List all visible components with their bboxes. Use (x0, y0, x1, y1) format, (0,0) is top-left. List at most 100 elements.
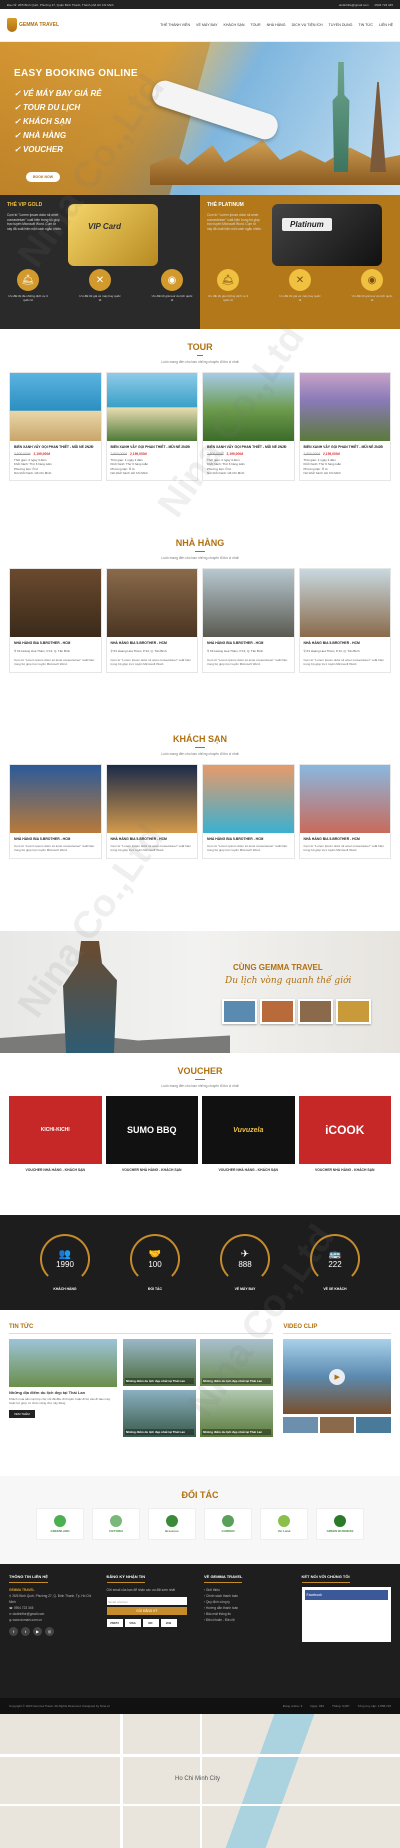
nav-item-hotels[interactable]: KHÁCH SẠN (223, 23, 244, 27)
news-item[interactable]: Những điểm du lịch đẹp nhất tại Thái Lan (123, 1390, 197, 1437)
restaurant-image (299, 569, 390, 637)
video-thumb[interactable] (283, 1417, 318, 1433)
partner-logo[interactable]: GREEN BUSINESS (316, 1508, 364, 1540)
restaurant-image (106, 569, 197, 637)
restaurant-card[interactable]: NHÀ HÀNG BIA 5-BROTHER - HCM ⚲ 63 Hoàng … (105, 568, 198, 673)
partners-title: ĐỐI TÁC (181, 1490, 219, 1500)
voucher-card[interactable]: KICHI-KICHI VOUCHER NHÀ HÀNG - KHÁCH SẠN (9, 1096, 102, 1172)
partner-logo[interactable]: VICTORIA (92, 1508, 140, 1540)
subscribe-button[interactable]: GỬI ĐĂNG KÝ (106, 1607, 188, 1615)
bus-icon: 🚌 (328, 1249, 342, 1260)
logo[interactable]: GEMMA TRAVEL (7, 18, 59, 32)
tour-card[interactable]: BIỂN XANH VẪY GỌI PHAN THIẾT - MŨI NÉ 2N… (105, 372, 198, 481)
news-item[interactable]: Những điểm du lịch đẹp nhất tại Thái Lan (200, 1339, 274, 1386)
voucher-card[interactable]: Vuvuzela VOUCHER NHÀ HÀNG - KHÁCH SẠN (202, 1096, 295, 1172)
stat-flights: ✈ 888 VÉ MÁY BAY (215, 1234, 275, 1291)
featured-news-image (9, 1339, 117, 1387)
payment-logos: VNPAY VISA MC JCB (106, 1619, 197, 1627)
facebook-icon[interactable]: f (9, 1627, 18, 1636)
nav-item-services[interactable]: DỊCH VỤ TIỆN ÍCH (292, 23, 323, 27)
header: GEMMA TRAVEL THẺ THÀNH VIÊN VÉ MÁY BAY K… (0, 9, 400, 42)
tour-card[interactable]: BIỂN XANH VẪY GỌI PHAN THIẾT - MŨI NÉ 2N… (298, 372, 391, 481)
video-block: VIDEO CLIP ▶ (283, 1324, 391, 1476)
hero-item: NHÀ HÀNG (14, 129, 102, 143)
nav-item-news[interactable]: TIN TỨC (358, 23, 373, 27)
book-now-button[interactable]: BOOK NOW (26, 172, 61, 182)
handshake-icon: 🤝 (148, 1249, 162, 1260)
users-icon: 👥 (58, 1249, 72, 1260)
voucher-image: SUMO BBQ (105, 1096, 198, 1164)
banner-photos (222, 999, 371, 1024)
stat-customers: 👥 1990 KHÁCH HÀNG (35, 1234, 95, 1291)
voucher-card[interactable]: iCOOK VOUCHER NHÀ HÀNG - KHÁCH SẠN (298, 1096, 391, 1172)
footer-link[interactable]: › Điều khoản - Điều lệ (204, 1617, 294, 1623)
news-item[interactable]: Những điểm du lịch đẹp nhất tại Thái Lan (123, 1339, 197, 1386)
tour-card[interactable]: BIỂN XANH VẪY GỌI PHAN THIẾT - MŨI NÉ 2N… (202, 372, 295, 481)
nav-item-contact[interactable]: LIÊN HỆ (379, 23, 393, 27)
instagram-icon[interactable]: ◎ (45, 1627, 54, 1636)
section-title: KHÁCH SẠN (173, 734, 227, 748)
topbar-address: Địa chỉ: 26/5 Bình Quới, Phường 27, Quận… (7, 2, 114, 7)
banner-tagline: Du lịch vòng quanh thế giới (225, 976, 352, 986)
tour-card[interactable]: BIỂN XANH VẪY GỌI PHAN THIẾT - MŨI NÉ 2N… (9, 372, 102, 481)
partner-logo[interactable]: GARDEN (204, 1508, 252, 1540)
footer-social: KẾT NỐI VỚI CHÚNG TÔI Facebook (301, 1574, 391, 1688)
hotel-card[interactable]: NHÀ HÀNG BIA 5-BROTHER - HCM Cụm từ "Lor… (202, 764, 295, 859)
traveler-image (63, 941, 117, 1053)
topbar-email[interactable]: dodinhthe@gmail.com (339, 3, 369, 7)
read-more-button[interactable]: XEM THÊM (9, 1409, 35, 1418)
nav-item-members[interactable]: THẺ THÀNH VIÊN (160, 23, 190, 27)
vip-gold-card-image: VIP Card (68, 204, 158, 266)
platinum-feature: ◉ Ưu đãi tối giá tour du lịch quốc tế (351, 269, 393, 302)
platinum-feature: 🛎 Ưu đãi tối giá những dịch vụ 3 quốc tế (207, 269, 249, 302)
hero-banner: EASY BOOKING ONLINE VÉ MÁY BAY GIÁ RẺ TO… (0, 42, 400, 195)
voucher-image: Vuvuzela (202, 1096, 295, 1164)
hotel-image (299, 765, 390, 833)
map-city-label: Ho Chi Minh City (175, 1776, 221, 1782)
voucher-section: VOUCHER Luôn mang đến cho bạn những chuy… (0, 1053, 400, 1201)
restaurant-card[interactable]: NHÀ HÀNG BIA 5-BROTHER - HCM ⚲ 63 Hoàng … (298, 568, 391, 673)
nav-item-jobs[interactable]: TUYỂN DỤNG (329, 23, 353, 27)
restaurant-card[interactable]: NHÀ HÀNG BIA 5-BROTHER - HCM ⚲ 63 Hoàng … (202, 568, 295, 673)
hero-item: VÉ MÁY BAY GIÁ RẺ (14, 87, 102, 101)
section-title: NHÀ HÀNG (176, 538, 224, 552)
play-icon[interactable]: ▶ (329, 1368, 346, 1385)
restaurant-image (203, 569, 294, 637)
youtube-icon[interactable]: ▶ (33, 1627, 42, 1636)
video-thumb[interactable] (356, 1417, 391, 1433)
restaurant-card[interactable]: NHÀ HÀNG BIA 5-BROTHER - HCM ⚲ 63 Hoàng … (9, 568, 102, 673)
video-player[interactable]: ▶ (283, 1339, 391, 1414)
twitter-icon[interactable]: t (21, 1627, 30, 1636)
video-thumb[interactable] (319, 1417, 355, 1433)
partner-logo[interactable]: Breezone (148, 1508, 196, 1540)
news-item[interactable]: Những điểm du lịch đẹp nhất tại Thái Lan (200, 1390, 274, 1437)
nav-item-tour[interactable]: TOUR (250, 23, 260, 27)
footer-about: VỀ GEMMA TRAVEL › Giới thiệu › Chính sác… (204, 1574, 294, 1688)
section-title: TOUR (187, 342, 213, 356)
city-skyline-image (150, 140, 400, 185)
camera-icon: ◉ (161, 269, 183, 291)
topbar-phone[interactable]: 0904 723 345 (375, 3, 393, 7)
partner-logo[interactable]: Vin Land (260, 1508, 308, 1540)
cutlery-icon: ✕ (289, 269, 311, 291)
hotel-card[interactable]: NHÀ HÀNG BIA 5-BROTHER - HCM Cụm từ "Lor… (298, 764, 391, 859)
hotel-card[interactable]: NHÀ HÀNG BIA 5-BROTHER - HCM Cụm từ "Lor… (9, 764, 102, 859)
copyright-bar: Copyright © 2020 Gemma Travel. All Right… (0, 1698, 400, 1714)
nav-item-restaurants[interactable]: NHÀ HÀNG (267, 23, 286, 27)
partner-logo[interactable]: GREENLAND (36, 1508, 84, 1540)
hotel-card[interactable]: NHÀ HÀNG BIA 5-BROTHER - HCM Cụm từ "Lor… (105, 764, 198, 859)
main-nav: THẺ THÀNH VIÊN VÉ MÁY BAY KHÁCH SẠN TOUR… (160, 23, 393, 27)
video-title: VIDEO CLIP (283, 1324, 391, 1334)
tour-image (10, 373, 101, 441)
vip-gold-desc: Cụm từ "Lorem Ipsum dolor sit amet conse… (7, 213, 62, 231)
featured-news[interactable]: Những địa điểm du lịch đẹp tại Thái Lan … (9, 1339, 117, 1437)
banner-headline: CÙNG GEMMA TRAVEL (233, 963, 323, 972)
news-title: TIN TỨC (9, 1324, 274, 1334)
newsletter-email-input[interactable]: Email của bạn (106, 1597, 188, 1605)
nav-item-flights[interactable]: VÉ MÁY BAY (196, 23, 217, 27)
facebook-widget[interactable]: Facebook (301, 1587, 391, 1642)
voucher-card[interactable]: SUMO BBQ VOUCHER NHÀ HÀNG - KHÁCH SẠN (105, 1096, 198, 1172)
footer: THÔNG TIN LIÊN HỆ GEMMA TRAVEL ⚲ 26/5 Bì… (0, 1564, 400, 1698)
map[interactable]: Ho Chi Minh City (0, 1714, 400, 1848)
platinum-feature: ✕ Ưu đãi tối giá vé máy bay quốc tế (279, 269, 321, 302)
